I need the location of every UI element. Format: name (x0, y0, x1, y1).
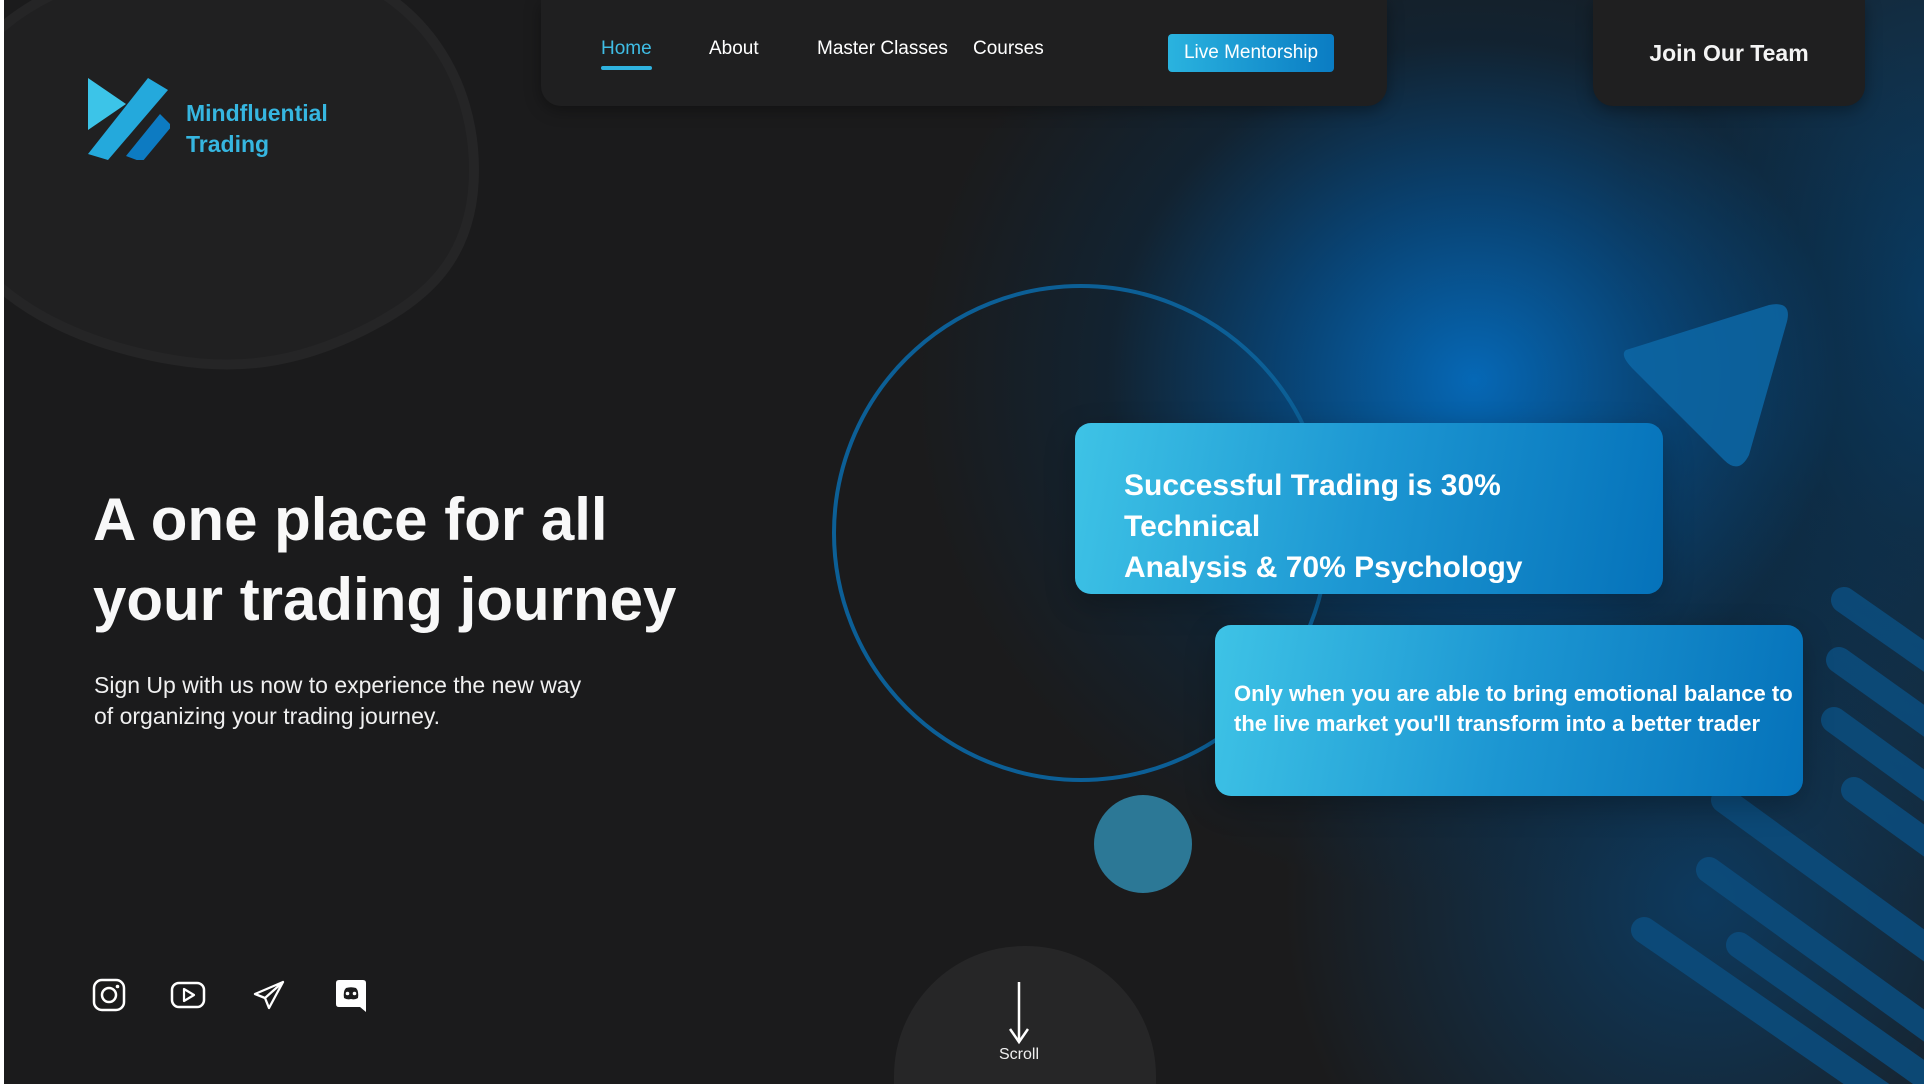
quote-card-line1: Successful Trading is 30% Technical (1124, 469, 1501, 543)
active-nav-indicator (601, 66, 652, 70)
quote-card-line2: the live market you'll transform into a … (1234, 711, 1761, 736)
live-mentorship-button[interactable]: Live Mentorship (1168, 34, 1334, 72)
arrow-down-icon[interactable] (1009, 980, 1029, 1046)
main-navbar: Home About Master Classes Courses Live M… (541, 0, 1387, 106)
discord-icon[interactable] (334, 978, 374, 1018)
instagram-icon[interactable] (92, 978, 132, 1018)
hero-subtitle-line2: of organizing your trading journey. (94, 703, 441, 729)
quote-card-line1: Only when you are able to bring emotiona… (1234, 681, 1793, 706)
nav-courses-link[interactable]: Courses (973, 38, 1044, 60)
mindfluential-logo-mark-icon (88, 78, 170, 160)
top-left-blob-shape (4, 0, 480, 370)
brand-name-line1: Mindfluential (186, 100, 328, 126)
hero-subtitle-line1: Sign Up with us now to experience the ne… (94, 672, 582, 698)
youtube-icon[interactable] (170, 978, 210, 1018)
hero-title: A one place for all your trading journey (93, 480, 733, 640)
telegram-icon[interactable] (252, 978, 292, 1018)
nav-about-link[interactable]: About (709, 38, 759, 60)
brand-name-line2: Trading (186, 131, 270, 157)
brand-name: Mindfluential Trading (186, 98, 328, 160)
quote-card-text: Successful Trading is 30% Technical Anal… (1124, 465, 1624, 588)
brand-logo[interactable]: Mindfluential Trading (86, 76, 346, 160)
nav-master-classes-link[interactable]: Master Classes (817, 38, 948, 60)
quote-card-text: Only when you are able to bring emotiona… (1234, 679, 1794, 739)
hero-title-line2: your trading journey (93, 566, 677, 633)
landing-page: Mindfluential Trading Home About Master … (4, 0, 1924, 1084)
hero-subtitle: Sign Up with us now to experience the ne… (94, 670, 634, 732)
scroll-label[interactable]: Scroll (984, 1046, 1054, 1064)
small-circle-shape (1094, 795, 1192, 893)
nav-home-link[interactable]: Home (601, 38, 652, 70)
quote-card-technical: Successful Trading is 30% Technical Anal… (1075, 423, 1663, 594)
quote-card-emotional: Only when you are able to bring emotiona… (1215, 625, 1803, 796)
quote-card-line2: Analysis & 70% Psychology (1124, 551, 1523, 584)
nav-home-label: Home (601, 38, 652, 59)
hero-title-line1: A one place for all (93, 486, 608, 553)
join-our-team-button[interactable]: Join Our Team (1593, 0, 1865, 106)
